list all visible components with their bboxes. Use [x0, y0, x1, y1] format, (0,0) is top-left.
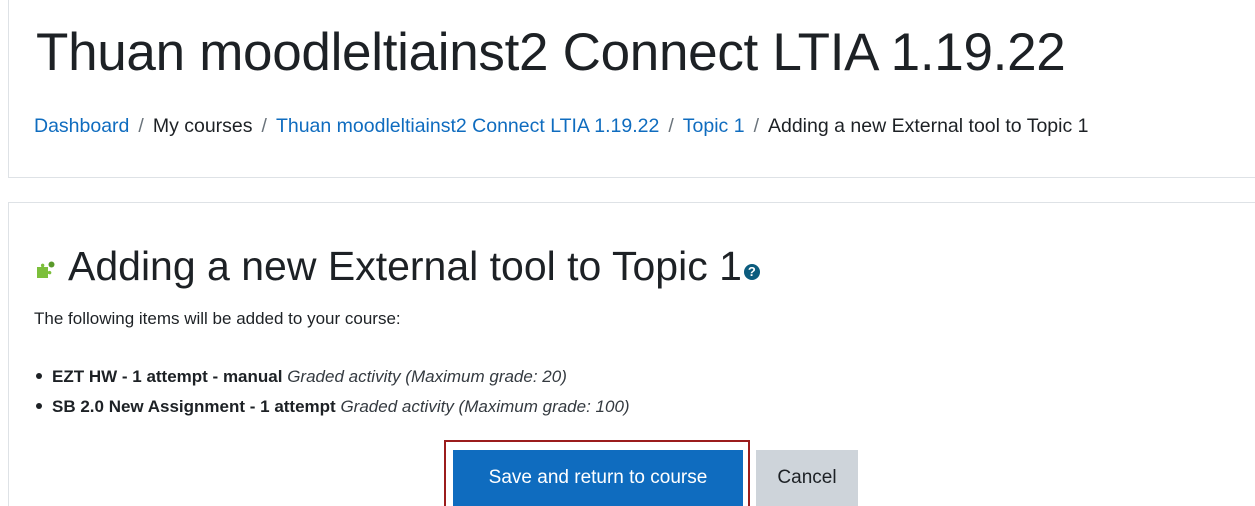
item-name: SB 2.0 New Assignment - 1 attempt [52, 397, 336, 416]
items-list: EZT HW - 1 attempt - manual Graded activ… [34, 365, 630, 425]
breadcrumb-current-page: Adding a new External tool to Topic 1 [767, 115, 1089, 137]
save-and-return-button[interactable]: Save and return to course [453, 450, 743, 506]
breadcrumb-separator: / [753, 115, 759, 137]
help-icon[interactable]: ? [743, 263, 760, 280]
item-detail: Graded activity (Maximum grade: 20) [287, 367, 567, 386]
list-item: SB 2.0 New Assignment - 1 attempt Graded… [34, 395, 630, 425]
breadcrumb-separator: / [138, 115, 144, 137]
item-name: EZT HW - 1 attempt - manual [52, 367, 283, 386]
puzzle-piece-icon [37, 261, 55, 278]
item-detail: Graded activity (Maximum grade: 100) [340, 397, 630, 416]
page-heading: Adding a new External tool to Topic 1 ? [34, 243, 760, 290]
course-title: Thuan moodleltiainst2 Connect LTIA 1.19.… [36, 23, 1066, 82]
bullet-icon [36, 403, 42, 410]
breadcrumb: Dashboard / My courses / Thuan moodleltiains… [34, 115, 1089, 138]
breadcrumb-separator: / [668, 115, 674, 137]
list-item: EZT HW - 1 attempt - manual Graded activ… [34, 365, 630, 395]
intro-text: The following items will be added to you… [34, 309, 401, 328]
breadcrumb-topic[interactable]: Topic 1 [683, 115, 745, 137]
breadcrumb-separator: / [261, 115, 267, 137]
breadcrumb-dashboard[interactable]: Dashboard [34, 115, 129, 137]
breadcrumb-course[interactable]: Thuan moodleltiainst2 Connect LTIA 1.19.… [276, 115, 659, 137]
cancel-button[interactable]: Cancel [756, 450, 858, 506]
page-heading-text: Adding a new External tool to Topic 1 [68, 243, 742, 289]
bullet-icon [36, 373, 42, 380]
breadcrumb-my-courses: My courses [152, 115, 253, 137]
